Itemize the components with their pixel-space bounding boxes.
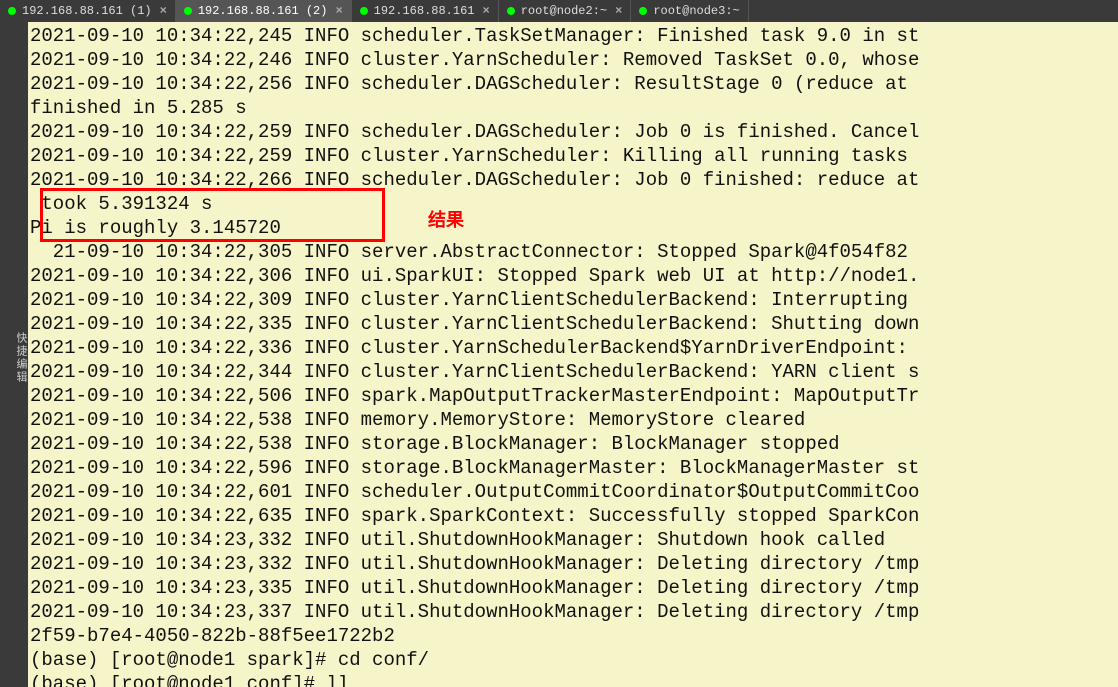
close-icon[interactable]: × — [615, 4, 622, 18]
close-icon[interactable]: × — [160, 4, 167, 18]
close-icon[interactable]: × — [335, 4, 342, 18]
tab-label: root@node3:~ — [653, 4, 739, 18]
status-dot-icon — [184, 7, 192, 15]
status-dot-icon — [8, 7, 16, 15]
status-dot-icon — [360, 7, 368, 15]
tab-0[interactable]: 192.168.88.161 (1) × — [0, 0, 176, 22]
sidebar-quick-edit[interactable]: 快捷编辑 — [0, 22, 28, 687]
tab-label: root@node2:~ — [521, 4, 607, 18]
tab-4[interactable]: root@node3:~ — [631, 0, 748, 22]
tab-3[interactable]: root@node2:~ × — [499, 0, 632, 22]
sidebar-label: 快捷编辑 — [14, 332, 26, 384]
tab-label: 192.168.88.161 — [374, 4, 475, 18]
close-icon[interactable]: × — [482, 4, 489, 18]
status-dot-icon — [507, 7, 515, 15]
tab-2[interactable]: 192.168.88.161 × — [352, 0, 499, 22]
tab-label: 192.168.88.161 (2) — [198, 4, 328, 18]
tab-label: 192.168.88.161 (1) — [22, 4, 152, 18]
tab-1[interactable]: 192.168.88.161 (2) × — [176, 0, 352, 22]
terminal-output[interactable]: 2021-09-10 10:34:22,245 INFO scheduler.T… — [28, 22, 1118, 687]
tab-bar: 192.168.88.161 (1) × 192.168.88.161 (2) … — [0, 0, 1118, 22]
status-dot-icon — [639, 7, 647, 15]
